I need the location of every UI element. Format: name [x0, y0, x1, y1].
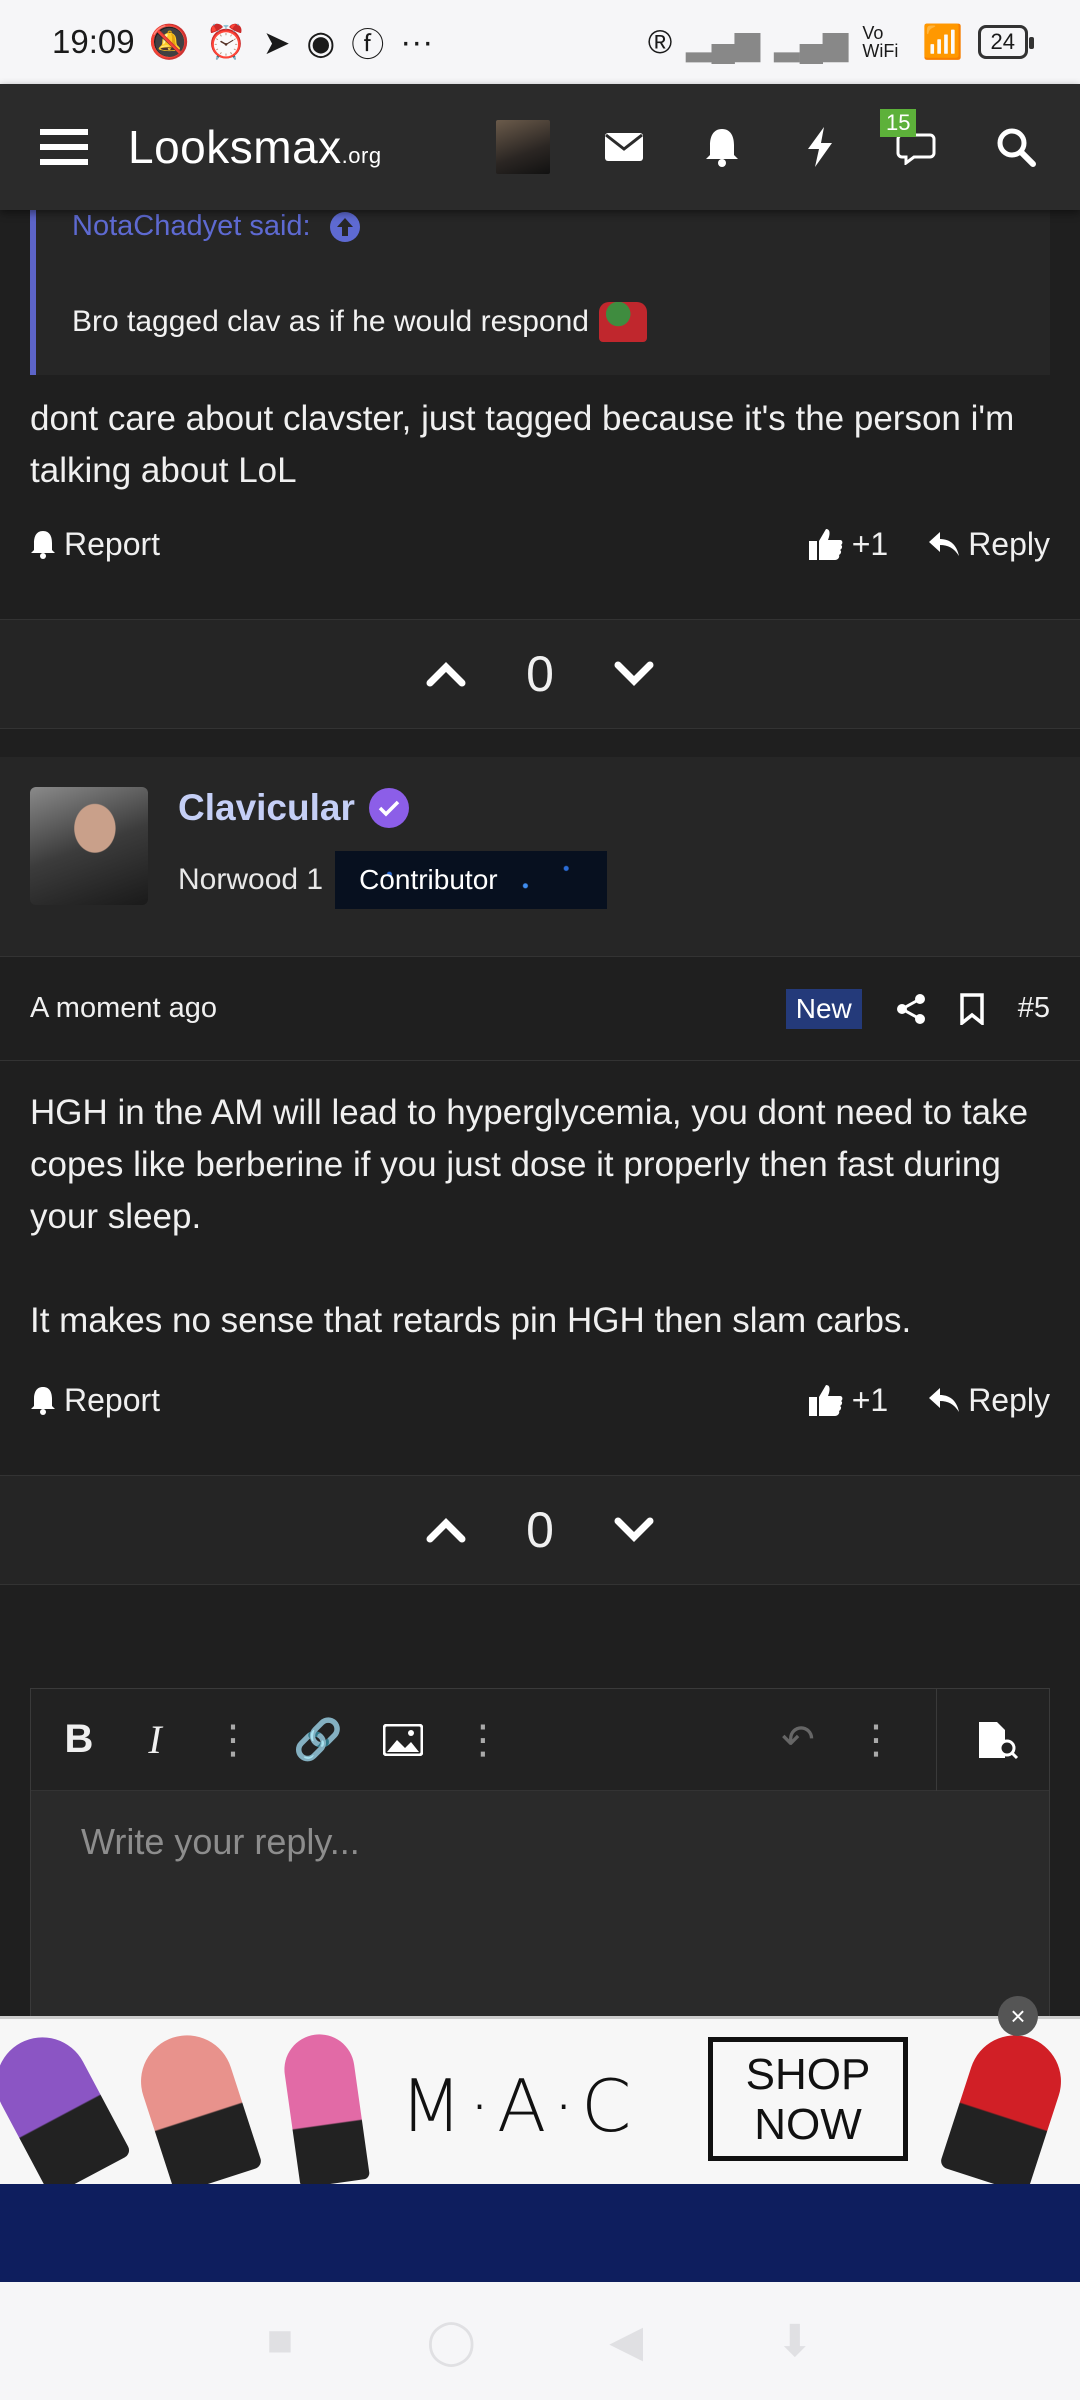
- telegram-icon: ➤: [262, 23, 291, 61]
- undo-icon[interactable]: ↶: [780, 1717, 816, 1763]
- report-bell-icon: [31, 531, 55, 559]
- recent-apps-icon[interactable]: ■: [267, 2316, 294, 2366]
- post-body-paragraph-2: It makes no sense that retards pin HGH t…: [30, 1301, 912, 1340]
- share-icon[interactable]: [896, 993, 926, 1025]
- quote-text: Bro tagged clav as if he would respond: [72, 305, 589, 338]
- back-icon[interactable]: ◀: [609, 2316, 643, 2367]
- vowifi-label: Vo WiFi: [862, 23, 899, 61]
- discord-icon: ◉: [306, 23, 336, 61]
- reply-arrow-icon: [929, 1388, 960, 1412]
- post-author-header: Clavicular Norwood 1 Contributor: [0, 757, 1080, 957]
- registered-icon: ®: [647, 23, 673, 60]
- report-button[interactable]: Report: [30, 526, 160, 563]
- alarm-icon: ⏰: [205, 22, 247, 60]
- downvote-icon[interactable]: [614, 661, 654, 687]
- post-time[interactable]: A moment ago: [30, 992, 217, 1025]
- editor-toolbar: B I ⋮ 🔗 ⋮ ↶ ⋮: [31, 1688, 1049, 1791]
- pepe-emoji-icon: [599, 302, 647, 342]
- post-body: dont care about clavster, just tagged be…: [30, 399, 1015, 490]
- conversations-icon[interactable]: 15: [880, 109, 942, 171]
- hide-nav-icon[interactable]: ⬇: [776, 2316, 813, 2367]
- image-icon[interactable]: [382, 1723, 423, 1756]
- more-text-options-icon[interactable]: ⋮: [213, 1717, 253, 1763]
- downvote-icon[interactable]: [614, 1517, 654, 1543]
- more-notifications-icon: ···: [400, 23, 434, 60]
- home-icon[interactable]: ◯: [427, 2316, 476, 2367]
- upvote-icon[interactable]: [426, 1517, 466, 1543]
- site-logo[interactable]: Looksmax.org: [128, 120, 382, 174]
- hamburger-menu-icon[interactable]: [40, 123, 88, 171]
- facebook-icon: ⓕ: [351, 26, 385, 63]
- upvote-icon[interactable]: [426, 661, 466, 687]
- reply-button[interactable]: Reply: [928, 526, 1050, 563]
- link-icon[interactable]: 🔗: [293, 1716, 343, 1763]
- chat-count-badge: 15: [880, 109, 917, 137]
- lightning-icon[interactable]: [796, 123, 844, 171]
- thumbs-up-icon: [808, 1385, 843, 1416]
- signal-icon: ▂▄▆: [686, 23, 761, 61]
- vote-bar: 0: [0, 1475, 1080, 1585]
- italic-icon[interactable]: I: [137, 1716, 173, 1763]
- reply-textarea[interactable]: Write your reply...: [31, 1791, 1049, 1893]
- reply-editor: B I ⋮ 🔗 ⋮ ↶ ⋮ Write your reply...: [30, 1688, 1050, 2028]
- post-actions: Report +1 Reply: [0, 509, 1080, 579]
- contributor-banner: Contributor: [335, 851, 608, 909]
- bell-icon[interactable]: [698, 123, 746, 171]
- system-navigation-bar: ■ ◯ ◀ ⬇: [0, 2282, 1080, 2400]
- quoted-post: NotaChadyet said: Bro tagged clav as if …: [30, 210, 1050, 375]
- author-avatar[interactable]: [30, 787, 148, 905]
- ad-brand-logo: M·A·C: [400, 2064, 638, 2148]
- signal-icon-2: ▂▄▆: [774, 23, 849, 61]
- author-username[interactable]: Clavicular: [178, 787, 409, 829]
- ad-footer-strip: [0, 2184, 1080, 2282]
- vote-bar: 0: [0, 619, 1080, 729]
- mute-icon: 🔕: [148, 22, 190, 60]
- bookmark-icon[interactable]: [959, 992, 984, 1025]
- like-button[interactable]: +1: [808, 526, 888, 563]
- user-title: Norwood 1: [178, 863, 324, 896]
- post-number-link[interactable]: #5: [1018, 992, 1050, 1025]
- bold-icon[interactable]: B: [61, 1717, 97, 1762]
- inbox-icon[interactable]: [600, 123, 648, 171]
- lipstick-image: [129, 2023, 263, 2184]
- more-insert-options-icon[interactable]: ⋮: [463, 1717, 503, 1763]
- wifi-icon: 📶: [922, 22, 964, 60]
- shop-now-button[interactable]: SHOP NOW: [708, 2037, 908, 2161]
- search-icon[interactable]: [992, 123, 1040, 171]
- reply-button[interactable]: Reply: [928, 1382, 1050, 1419]
- status-bar: 19:09 🔕 ⏰ ➤ ◉ ⓕ ··· ® ▂▄▆ ▂▄▆ Vo WiFi 📶 …: [0, 0, 1080, 84]
- lipstick-image: [939, 2023, 1073, 2184]
- lipstick-image: [0, 2021, 132, 2184]
- new-post-tag: New: [785, 988, 862, 1029]
- vote-score: 0: [526, 1502, 554, 1558]
- top-navigation: Looksmax.org 15: [0, 84, 1080, 210]
- report-bell-icon: [31, 1387, 55, 1415]
- verified-badge-icon: [368, 788, 409, 828]
- post-body-paragraph-1: HGH in the AM will lead to hyperglycemia…: [30, 1093, 1029, 1236]
- battery-indicator: 24: [977, 25, 1035, 59]
- advertisement-banner[interactable]: M·A·C SHOP NOW: [0, 2016, 1080, 2184]
- like-button[interactable]: +1: [808, 1382, 888, 1419]
- go-to-quote-icon[interactable]: [329, 211, 361, 243]
- lipstick-image: [279, 2029, 371, 2184]
- quote-attribution[interactable]: NotaChadyet said:: [72, 210, 361, 243]
- user-avatar[interactable]: [496, 120, 550, 174]
- reply-arrow-icon: [929, 532, 960, 556]
- more-editor-options-icon[interactable]: ⋮: [856, 1717, 896, 1763]
- post-meta: A moment ago New #5: [0, 957, 1080, 1061]
- close-ad-button[interactable]: ×: [998, 1996, 1038, 2036]
- clock: 19:09: [52, 23, 135, 60]
- preview-icon[interactable]: [977, 1720, 1019, 1760]
- thread-content: NotaChadyet said: Bro tagged clav as if …: [0, 210, 1080, 1585]
- thumbs-up-icon: [808, 529, 843, 560]
- post-actions: Report +1 Reply: [0, 1365, 1080, 1435]
- report-button[interactable]: Report: [30, 1382, 160, 1419]
- vote-score: 0: [526, 646, 554, 702]
